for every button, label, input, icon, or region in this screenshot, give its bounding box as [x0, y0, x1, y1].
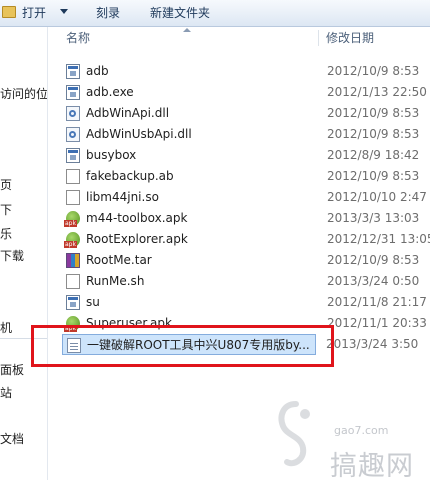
burn-button[interactable]: 刻录: [96, 5, 120, 21]
file-name: fakebackup.ab: [86, 169, 174, 183]
file-row[interactable]: RootMe.tar 2012/10/9 8:53: [62, 250, 430, 271]
blank-file-icon: [66, 169, 80, 184]
nav-item-recycle-bin[interactable]: 站: [0, 385, 47, 401]
file-date: 2012/10/9 8:53: [327, 64, 420, 78]
file-date: 2012/10/9 8:53: [327, 253, 420, 267]
file-row[interactable]: busybox 2012/8/9 18:42: [62, 145, 430, 166]
navigation-pane: 访问的位置 页 下 乐 下载 机 面板 站 文档: [0, 27, 47, 480]
file-name: su: [86, 295, 100, 309]
file-date: 2012/11/1 20:33: [327, 316, 427, 330]
dll-icon: [66, 127, 80, 142]
file-name: busybox: [86, 148, 137, 162]
open-button[interactable]: 打开: [22, 5, 46, 21]
file-name: RunMe.sh: [86, 274, 145, 288]
nav-item-downloads[interactable]: 下载: [0, 248, 47, 264]
file-row[interactable]: AdbWinUsbApi.dll 2012/10/9 8:53: [62, 124, 430, 145]
apk-icon: [64, 211, 80, 227]
file-row[interactable]: fakebackup.ab 2012/10/9 8:53: [62, 166, 430, 187]
file-name: RootMe.tar: [86, 253, 152, 267]
column-header-date-modified[interactable]: 修改日期: [326, 27, 374, 49]
windows-file-icon: [66, 295, 80, 310]
folder-icon: [2, 6, 16, 18]
windows-file-icon: [66, 64, 80, 79]
file-name: adb: [86, 64, 109, 78]
file-row[interactable]: libm44jni.so 2012/10/10 2:47: [62, 187, 430, 208]
file-row[interactable]: RunMe.sh 2013/3/24 0:50: [62, 271, 430, 292]
file-row[interactable]: AdbWinApi.dll 2012/10/9 8:53: [62, 103, 430, 124]
file-name: AdbWinApi.dll: [86, 106, 170, 120]
file-date: 2012/10/9 8:53: [327, 169, 420, 183]
nav-item[interactable]: 下: [0, 202, 47, 218]
file-date: 2013/3/24 0:50: [327, 274, 420, 288]
column-header-name[interactable]: 名称: [66, 27, 90, 49]
file-name: RootExplorer.apk: [86, 232, 188, 246]
file-row[interactable]: su 2012/11/8 21:17: [62, 292, 430, 313]
column-separator[interactable]: [318, 30, 319, 46]
file-row-date-cell[interactable]: 2013/3/24 3:50: [320, 334, 430, 355]
file-date: 2013/3/24 3:50: [326, 337, 419, 351]
watermark-text: 搞趣网: [330, 451, 414, 482]
chevron-down-icon[interactable]: [60, 9, 68, 14]
apk-icon: [64, 232, 80, 248]
dll-icon: [66, 106, 80, 121]
file-name: libm44jni.so: [86, 190, 159, 204]
nav-item-recent-places[interactable]: 访问的位置: [0, 86, 47, 102]
file-row[interactable]: m44-toolbox.apk 2013/3/3 13:03: [62, 208, 430, 229]
sort-ascending-icon: [183, 28, 191, 32]
command-toolbar: 打开 刻录 新建文件夹: [0, 0, 430, 27]
file-row[interactable]: adb 2012/10/9 8:53: [62, 61, 430, 82]
windows-file-icon: [66, 148, 80, 163]
watermark-logo-icon: [278, 401, 310, 467]
file-date: 2012/10/9 8:53: [327, 106, 420, 120]
watermark-site: gao7.com: [334, 424, 389, 437]
file-name: m44-toolbox.apk: [86, 211, 188, 225]
nav-item[interactable]: 乐: [0, 226, 47, 242]
file-date: 2012/10/10 2:47: [327, 190, 427, 204]
nav-item-documents[interactable]: 文档: [0, 431, 47, 447]
file-date: 2012/8/9 18:42: [327, 148, 420, 162]
new-folder-button[interactable]: 新建文件夹: [150, 5, 210, 21]
file-row[interactable]: adb.exe 2012/1/13 22:50: [62, 82, 430, 103]
exe-icon: [66, 85, 80, 100]
pane-splitter[interactable]: [47, 27, 48, 480]
nav-item[interactable]: 页: [0, 177, 47, 193]
archive-icon: [66, 253, 80, 268]
file-date: 2012/10/9 8:53: [327, 127, 420, 141]
file-date: 2012/12/31 13:05: [327, 232, 430, 246]
blank-file-icon: [66, 190, 80, 205]
file-date: 2013/3/3 13:03: [327, 211, 420, 225]
file-date: 2012/11/8 21:17: [327, 295, 427, 309]
file-date: 2012/1/13 22:50: [327, 85, 427, 99]
highlight-annotation: [31, 325, 334, 367]
file-name: adb.exe: [86, 85, 134, 99]
file-name: AdbWinUsbApi.dll: [86, 127, 192, 141]
file-row[interactable]: RootExplorer.apk 2012/12/31 13:05: [62, 229, 430, 250]
blank-file-icon: [66, 274, 80, 289]
